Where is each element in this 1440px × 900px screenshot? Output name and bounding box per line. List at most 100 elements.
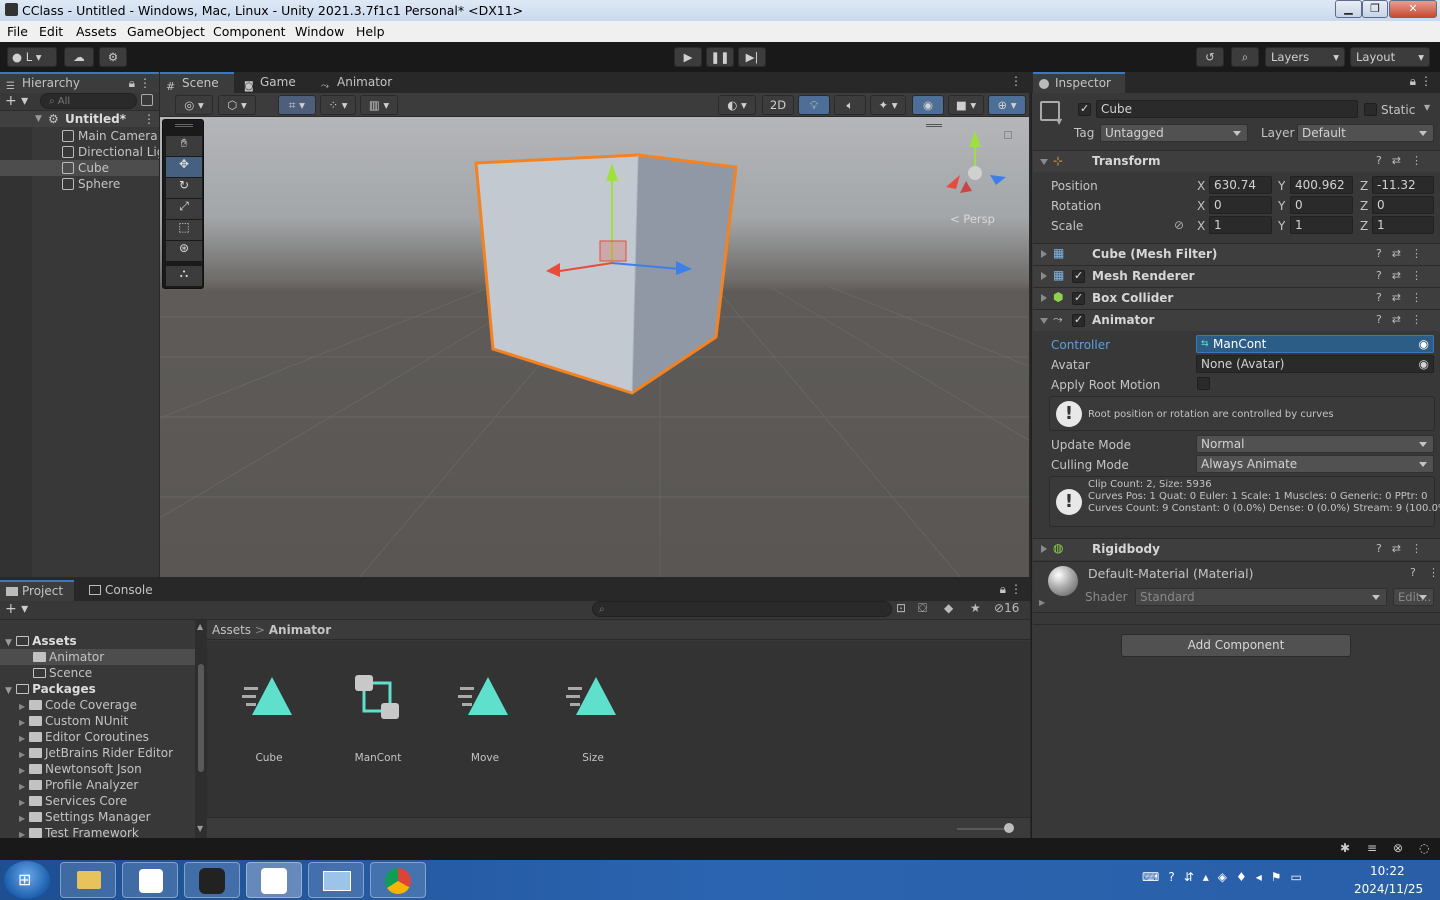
audio-toggle[interactable]: 🔈︎	[834, 95, 866, 115]
shading-mode-dropdown[interactable]: ◐ ▾	[718, 95, 756, 115]
transform-header[interactable]: ⊹ Transform ?⇄⋮	[1033, 150, 1440, 172]
rotation-z-field[interactable]: 0	[1372, 196, 1434, 214]
mesh-filter-header[interactable]: ▦ Cube (Mesh Filter) ?⇄⋮	[1033, 243, 1440, 265]
object-picker-icon[interactable]: ◉	[1419, 336, 1429, 352]
update-mode-dropdown[interactable]: Normal	[1196, 435, 1434, 453]
hierarchy-item-sphere[interactable]: Sphere	[62, 176, 159, 192]
object-picker-icon[interactable]: ◉	[1419, 356, 1429, 372]
component-header-icons[interactable]: ?⇄⋮	[1376, 313, 1432, 326]
fold-arrow-icon[interactable]	[1040, 318, 1048, 324]
hierarchy-item-directional-light[interactable]: Directional Lig	[62, 144, 159, 160]
lock-icon[interactable]: 🔒︎	[129, 74, 135, 92]
taskbar-app[interactable]	[184, 862, 240, 898]
progress-icon[interactable]: ◌	[1419, 841, 1429, 855]
scrollbar-thumb[interactable]	[198, 664, 204, 772]
2d-toggle[interactable]: 2D	[762, 95, 794, 115]
move-tool-button[interactable]: ✥	[166, 157, 202, 177]
icon-dropdown-arrow[interactable]: ▼	[1056, 117, 1062, 126]
static-dropdown-icon[interactable]: ▼	[1424, 103, 1430, 112]
expand-arrow-icon[interactable]: ▶	[19, 798, 25, 807]
start-button[interactable]: ⊞	[4, 861, 50, 899]
breadcrumb-assets[interactable]: Assets	[212, 623, 251, 637]
lock-icon[interactable]: 🔒︎	[1000, 582, 1006, 597]
minimize-button[interactable]: ▁	[1335, 0, 1362, 18]
rotate-tool-button[interactable]: ↻	[166, 178, 202, 198]
orientation-gizmo[interactable]	[946, 131, 1006, 193]
create-button[interactable]: + ▾	[5, 93, 33, 109]
expand-arrow-icon[interactable]: ▶	[19, 782, 25, 791]
expand-arrow-icon[interactable]: ▶	[19, 718, 25, 727]
fold-arrow-icon[interactable]	[1041, 250, 1047, 258]
draw-mode-dropdown[interactable]: ◎ ▾	[175, 95, 213, 115]
static-checkbox[interactable]	[1364, 103, 1377, 116]
scale-x-field[interactable]: 1	[1209, 216, 1272, 234]
more-options-icon[interactable]: ⋮	[1428, 566, 1439, 579]
undo-history-button[interactable]: ↺	[1196, 47, 1224, 67]
rotation-y-field[interactable]: 0	[1290, 196, 1353, 214]
tree-item-package[interactable]: ▶ Settings Manager	[19, 809, 151, 825]
asset-cube[interactable]: Cube	[224, 673, 314, 764]
tab-scene[interactable]: # Scene	[160, 72, 234, 93]
more-options-icon[interactable]: ⋮	[1420, 74, 1432, 88]
tree-item-package[interactable]: ▶ Services Core	[19, 793, 127, 809]
tab-animator[interactable]: ⤳ Animator	[315, 72, 405, 93]
expand-arrow-icon[interactable]: ▶	[19, 814, 25, 823]
position-y-field[interactable]: 400.962	[1290, 176, 1353, 194]
custom-tool-button[interactable]: ⛬	[166, 266, 202, 286]
layout-dropdown[interactable]: Layout ▾	[1350, 47, 1430, 67]
menu-window[interactable]: Window	[295, 24, 344, 39]
clock-time[interactable]: 10:22	[1370, 864, 1405, 878]
ruler-dropdown[interactable]: ▥ ▾	[360, 95, 398, 115]
scale-tool-button[interactable]: ⤢	[166, 199, 202, 219]
component-header-icons[interactable]: ?⇄⋮	[1376, 247, 1432, 260]
persp-label[interactable]: < Persp	[950, 212, 995, 226]
maximize-button[interactable]: ❐	[1362, 0, 1388, 18]
collab-button[interactable]: ⚙	[99, 47, 127, 67]
cloud-button[interactable]: ☁	[64, 47, 94, 67]
expand-arrow-icon[interactable]: ▶	[19, 734, 25, 743]
search-by-type-icon[interactable]: ⊡	[896, 601, 906, 615]
shader-edit-button[interactable]: Edit...	[1393, 588, 1434, 606]
hidden-packages-toggle[interactable]: ⊘16	[994, 601, 1019, 615]
scene-root-item[interactable]: ▼ ⚙ Untitled* ⋮	[0, 111, 159, 127]
expand-arrow-icon[interactable]: ▼	[5, 686, 12, 696]
play-button[interactable]: ▶	[674, 47, 702, 67]
position-z-field[interactable]: -11.32	[1372, 176, 1434, 194]
scene-viewport[interactable]: < Persp ✋︎ ✥ ↻ ⤢ ⬚ ⊛ ⛬	[160, 117, 1029, 577]
menu-edit[interactable]: Edit	[39, 24, 63, 39]
tab-inspector[interactable]: Inspector	[1033, 72, 1125, 93]
fold-arrow-icon[interactable]: ▶	[1039, 598, 1045, 607]
component-header-icons[interactable]: ?⇄⋮	[1376, 269, 1432, 282]
component-header-icons[interactable]: ?⇄⋮	[1376, 542, 1432, 555]
bug-icon[interactable]: ✱	[1340, 841, 1350, 855]
more-options-icon[interactable]: ⋮	[143, 111, 155, 127]
position-x-field[interactable]: 630.74	[1209, 176, 1272, 194]
scroll-down-icon[interactable]: ▼	[197, 824, 203, 833]
tree-item-package[interactable]: ▶ Editor Coroutines	[19, 729, 149, 745]
lighting-toggle[interactable]: 💡︎	[798, 95, 830, 115]
close-button[interactable]: ✕	[1389, 0, 1437, 18]
breadcrumb-animator[interactable]: Animator	[269, 623, 331, 637]
expand-arrow-icon[interactable]: ▶	[19, 766, 25, 775]
filter-icon[interactable]	[141, 94, 153, 106]
taskbar-chrome[interactable]	[370, 862, 426, 898]
add-component-button[interactable]: Add Component	[1121, 634, 1351, 657]
taskbar-unity-editor[interactable]	[246, 862, 302, 898]
step-button[interactable]: ▶|	[738, 47, 766, 67]
lock-icon[interactable]	[1004, 131, 1012, 139]
gizmos-dropdown[interactable]: ⊕ ▾	[988, 95, 1026, 115]
clock-date[interactable]: 2024/11/25	[1354, 882, 1423, 896]
controller-field[interactable]: ⇆ ManCont ◉	[1196, 335, 1434, 353]
lock-icon[interactable]: 🔒︎	[1410, 74, 1416, 89]
rect-tool-button[interactable]: ⬚	[166, 220, 202, 240]
account-button[interactable]: ● L ▾	[7, 47, 57, 67]
component-header-icons[interactable]: ?⇄⋮	[1376, 291, 1432, 304]
expand-arrow-icon[interactable]: ▶	[19, 702, 25, 711]
auto-generate-icon[interactable]: ⊗	[1393, 841, 1403, 855]
tree-item-animator[interactable]: Animator	[0, 649, 195, 665]
render-paths-dropdown[interactable]: ⬡ ▾	[218, 95, 256, 115]
taskbar-explorer[interactable]	[60, 862, 116, 898]
fold-arrow-icon[interactable]	[1041, 272, 1047, 280]
camera-settings-dropdown[interactable]: ■ ▾	[948, 95, 984, 115]
scene-render[interactable]	[160, 117, 1029, 577]
